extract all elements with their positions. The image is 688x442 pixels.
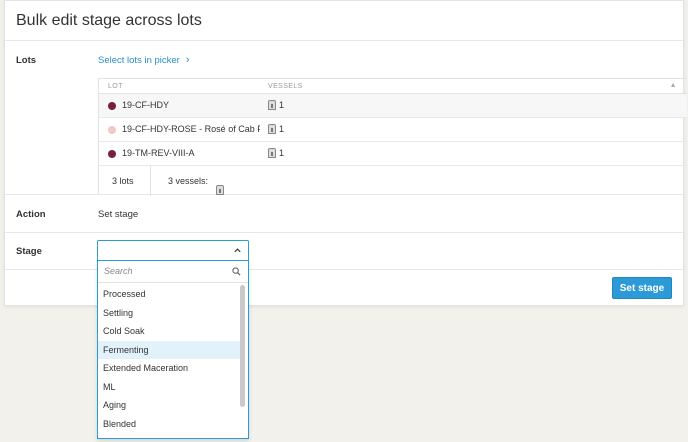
modal-title: Bulk edit stage across lots [16,11,202,29]
stage-option[interactable]: Processed [98,285,241,304]
lot-vessel-count: 1 [279,148,285,158]
lot-color-dot [108,126,116,134]
stage-select[interactable] [97,240,249,261]
lots-table-footer: 3 lots 3 vessels: [99,166,687,196]
lot-row: 19-TM-REV-VIII-A 1 [99,142,687,166]
lot-color-dot [108,150,116,158]
lots-label: Lots [16,55,37,66]
stage-dropdown: ProcessedSettlingCold SoakFermentingExte… [97,261,249,439]
lot-row: 19-CF-HDY 1 [99,94,687,118]
lot-color-dot [108,102,116,110]
stage-option[interactable]: Cold Soak [98,322,241,341]
lot-vessels: 1 [268,148,284,158]
column-header-lot[interactable]: LOT [108,83,123,90]
stage-option[interactable]: Fermenting [98,340,241,359]
sort-asc-icon[interactable]: ▲ [670,82,677,89]
lot-name: 19-CF-HDY [122,100,170,110]
action-label: Action [16,209,46,220]
set-stage-button[interactable]: Set stage [612,277,672,299]
stage-label: Stage [16,246,42,257]
stage-option[interactable]: Settling [98,304,241,323]
column-header-vessels[interactable]: VESSELS [268,83,303,90]
lot-vessel-count: 1 [279,100,285,110]
vessel-tank-icon [268,100,276,110]
lot-name: 19-CF-HDY-ROSE - Rosé of Cab Franc [122,124,260,134]
lot-vessels: 1 [268,100,284,110]
stage-search-input[interactable] [98,261,218,281]
action-value: Set stage [98,209,139,220]
lots-table-header: LOT VESSELS ▲ [99,78,687,94]
lot-row: 19-CF-HDY-ROSE - Rosé of Cab Franc 1 [99,118,687,142]
stage-option[interactable]: Aging [98,396,241,415]
search-icon [232,267,241,276]
dropdown-scrollbar[interactable] [240,285,245,407]
stage-options-list: Processed Settling Cold Soak Fermenting Exte… [98,285,241,433]
vessel-tank-icon [268,124,276,134]
lots-table-body: 19-CF-HDY 1 19-CF-HDY-ROSE - Rosé of Cab F… [99,94,687,166]
chevron-right-icon: › [185,54,190,66]
select-lots-link-label: Select lots in picker [98,54,180,66]
stage-option[interactable]: Blended [98,415,241,434]
select-lots-link[interactable]: Select lots in picker › [98,54,190,66]
stage-option[interactable]: ML [98,378,241,397]
modal-header: Bulk edit stage across lots [5,1,683,41]
lots-count: 3 lots [112,176,134,186]
lot-vessels: 1 [268,124,284,134]
lot-name: 19-TM-REV-VIII-A [122,148,195,158]
stage-option[interactable]: Extended Maceration [98,359,241,378]
action-row: Action Set stage [5,195,683,233]
lots-table: LOT VESSELS ▲ 19-CF-HDY 1 19-CF-HDY-ROSE -… [98,78,687,196]
vessels-count: 3 vessels: [168,176,209,186]
lot-vessel-count: 1 [279,124,285,134]
vessel-tank-icon [216,185,224,195]
stage-search [98,261,248,283]
footer-divider [150,166,151,196]
chevron-up-icon [234,248,241,253]
vessel-tank-icon [268,148,276,158]
lots-row: Lots Select lots in picker › LOT VESSELS… [5,41,687,196]
